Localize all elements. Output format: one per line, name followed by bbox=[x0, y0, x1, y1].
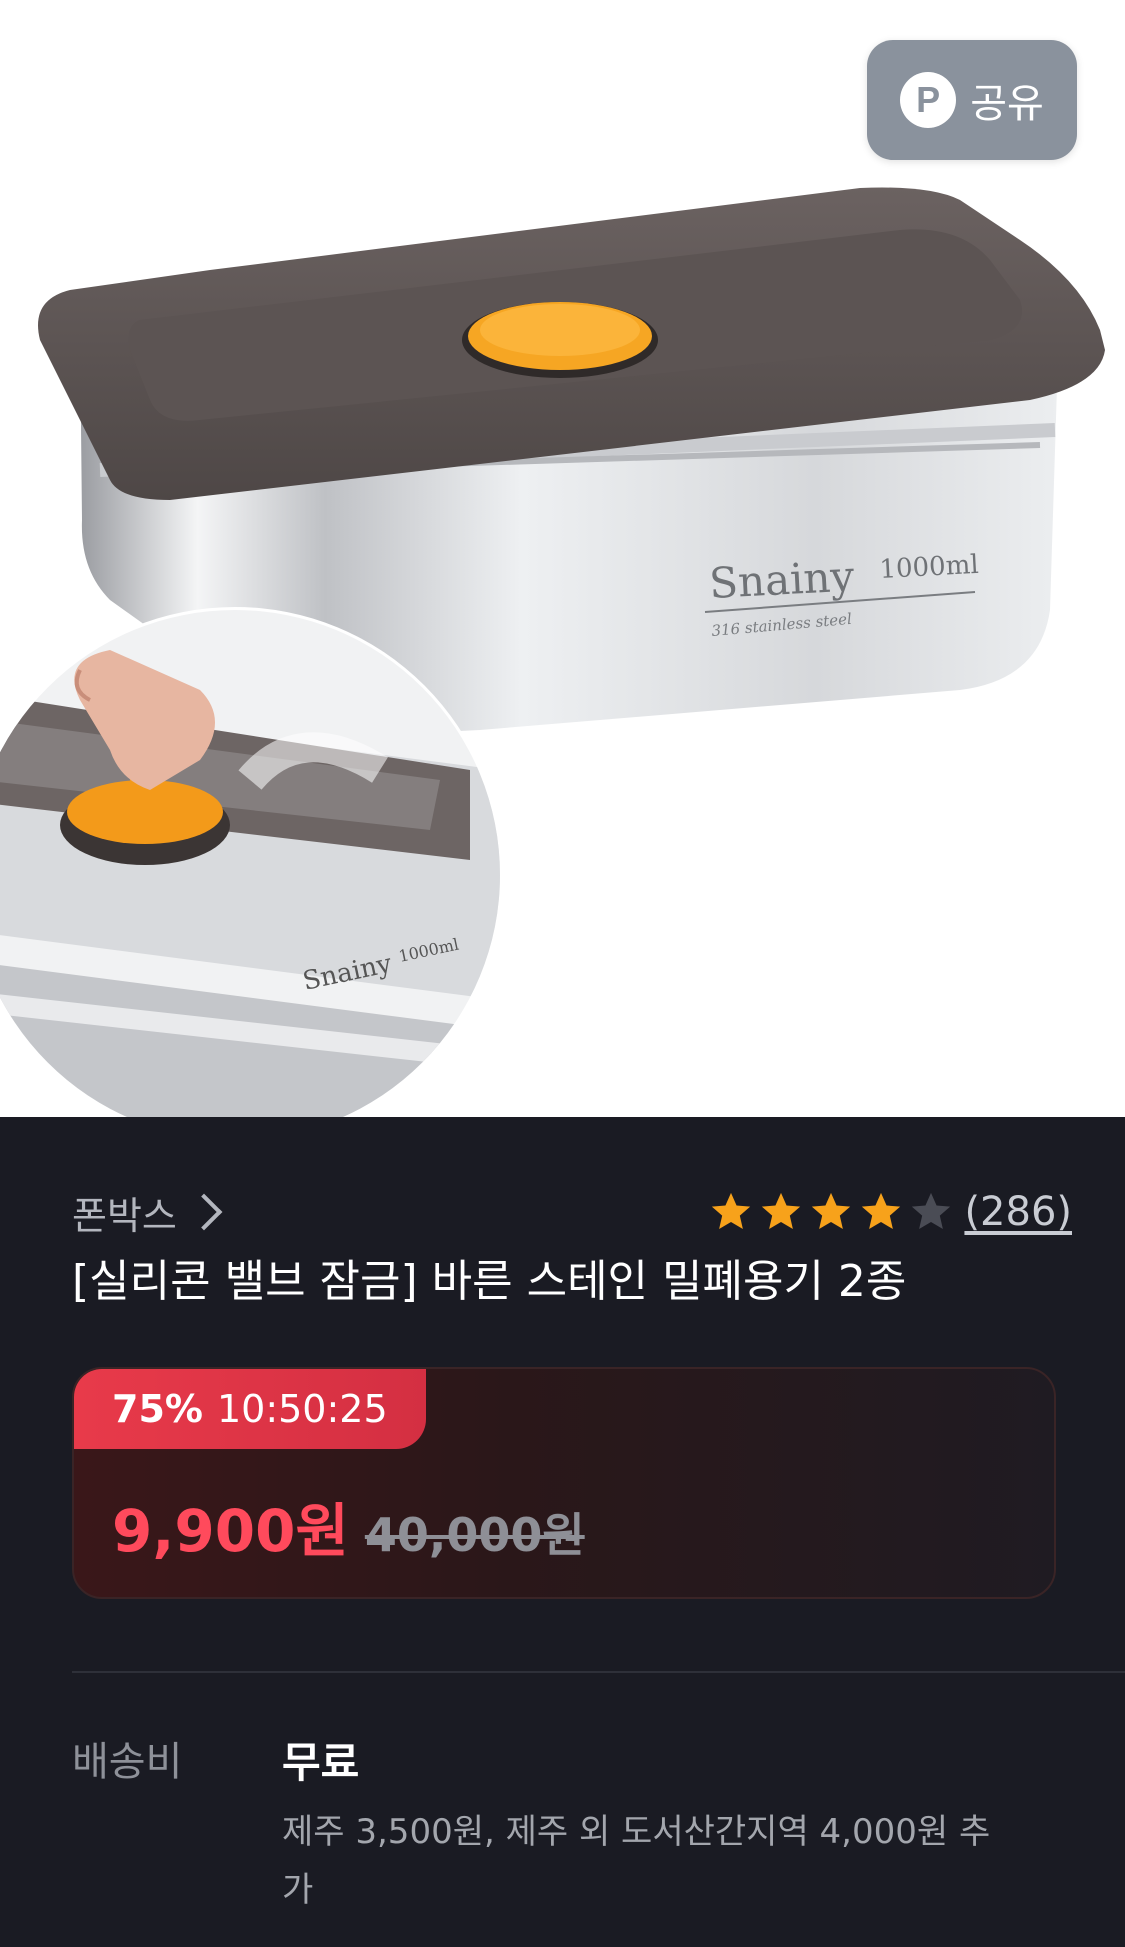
brand-name: 폰박스 bbox=[72, 1193, 177, 1238]
container-brand-text: Snainy bbox=[708, 551, 856, 608]
brand-link[interactable]: 폰박스 bbox=[72, 1185, 223, 1240]
share-label: 공유 bbox=[970, 81, 1044, 127]
shipping-note: 제주 3,500원, 제주 외 도서산간지역 4,000원 추가 bbox=[282, 1812, 991, 1910]
point-icon: P bbox=[900, 72, 957, 128]
product-image-area[interactable]: Snainy 1000ml 316 stainless steel Snainy… bbox=[0, 0, 1125, 1117]
product-image: Snainy 1000ml 316 stainless steel Snainy… bbox=[0, 187, 1105, 1117]
sale-price: 9,900원 bbox=[112, 1497, 349, 1565]
price-row: 9,900원 40,000원 bbox=[112, 1484, 585, 1568]
countdown-timer: 10:50:25 bbox=[216, 1387, 388, 1431]
product-info-panel: 폰박스 (286) [실리콘 밸브 잠금] 바른 스테인 밀폐용기 2종 75%… bbox=[0, 1117, 1125, 1947]
star-filled-icon bbox=[812, 1192, 851, 1230]
container-capacity-text: 1000ml bbox=[879, 550, 980, 585]
star-filled-icon bbox=[762, 1192, 801, 1230]
star-filled-icon bbox=[712, 1192, 751, 1230]
divider bbox=[72, 1671, 1125, 1673]
product-title: [실리콘 밸브 잠금] 바른 스테인 밀폐용기 2종 bbox=[72, 1256, 907, 1307]
review-count-link[interactable]: (286) bbox=[964, 1189, 1072, 1235]
brand-rating-row: 폰박스 (286) bbox=[72, 1177, 1072, 1247]
original-price: 40,000원 bbox=[364, 1508, 585, 1562]
deal-price-box: 75% 10:50:25 9,900원 40,000원 bbox=[72, 1367, 1056, 1599]
share-button[interactable]: P 공유 bbox=[867, 40, 1077, 160]
deal-timer-badge: 75% 10:50:25 bbox=[74, 1369, 426, 1449]
rating[interactable]: (286) bbox=[708, 1189, 1072, 1235]
shipping-label: 배송비 bbox=[72, 1739, 183, 1785]
star-empty-icon bbox=[912, 1192, 951, 1230]
star-filled-icon bbox=[862, 1192, 901, 1230]
shipping-value: 무료 bbox=[282, 1738, 360, 1787]
discount-rate: 75% bbox=[112, 1387, 203, 1431]
chevron-right-icon bbox=[185, 1193, 223, 1231]
